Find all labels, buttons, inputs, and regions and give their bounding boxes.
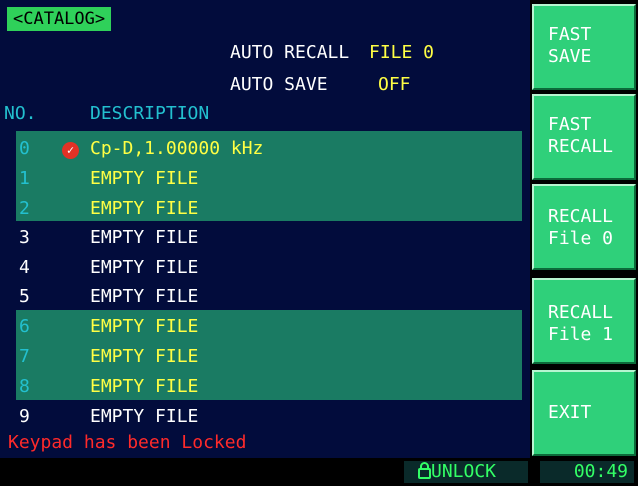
fast-save-button[interactable]: FAST SAVE (532, 4, 636, 90)
file-description: EMPTY FILE (90, 346, 199, 367)
softkey-label: File 1 (548, 324, 614, 345)
status-message: Keypad has been Locked (8, 432, 247, 453)
file-number: 9 (19, 406, 30, 427)
auto-save-value[interactable]: OFF (378, 74, 411, 96)
recall-file-1-button[interactable]: RECALL File 1 (532, 278, 636, 364)
exit-button[interactable]: EXIT (532, 370, 636, 456)
column-header-description: DESCRIPTION (90, 103, 210, 124)
softkey-label: File 0 (548, 228, 614, 249)
file-description: EMPTY FILE (90, 227, 199, 248)
file-row[interactable]: 1 EMPTY FILE (0, 164, 530, 193)
catalog-panel: <CATALOG> AUTO RECALL FILE 0 AUTO SAVE O… (0, 0, 530, 458)
file-row[interactable]: 6 EMPTY FILE (0, 312, 530, 341)
clock: 00:49 (540, 461, 634, 483)
fast-recall-button[interactable]: FAST RECALL (532, 94, 636, 180)
file-description: Cp-D,1.00000 kHz (90, 138, 264, 159)
file-number: 6 (19, 316, 30, 337)
softkey-label: RECALL (548, 302, 614, 323)
page-title: <CATALOG> (7, 7, 112, 31)
file-description: EMPTY FILE (90, 316, 199, 337)
column-header-no: NO. (4, 103, 37, 124)
file-number: 5 (19, 286, 30, 307)
file-description: EMPTY FILE (90, 286, 199, 307)
file-description: EMPTY FILE (90, 406, 199, 427)
file-description: EMPTY FILE (90, 257, 199, 278)
file-description: EMPTY FILE (90, 198, 199, 219)
file-number: 0 (19, 138, 30, 159)
softkey-panel: FAST SAVE FAST RECALL RECALL File 0 RECA… (530, 0, 638, 458)
file-row[interactable]: 9 EMPTY FILE (0, 402, 530, 431)
check-icon: ✓ (62, 142, 79, 159)
unlock-label: UNLOCK (431, 461, 497, 482)
instrument-screen: <CATALOG> AUTO RECALL FILE 0 AUTO SAVE O… (0, 0, 638, 486)
file-row[interactable]: 8 EMPTY FILE (0, 372, 530, 401)
lock-icon (418, 461, 431, 483)
file-number: 1 (19, 168, 30, 189)
file-description: EMPTY FILE (90, 168, 199, 189)
auto-save-label: AUTO SAVE (230, 74, 328, 95)
file-row[interactable]: 2 EMPTY FILE (0, 194, 530, 223)
auto-recall-label: AUTO RECALL (230, 42, 350, 63)
softkey-label: RECALL (548, 206, 614, 227)
file-row[interactable]: 3 EMPTY FILE (0, 223, 530, 252)
softkey-label: RECALL (548, 136, 614, 157)
softkey-label: FAST (548, 24, 592, 45)
file-number: 3 (19, 227, 30, 248)
unlock-indicator[interactable]: UNLOCK (404, 461, 528, 483)
file-number: 2 (19, 198, 30, 219)
file-row[interactable]: 7 EMPTY FILE (0, 342, 530, 371)
file-number: 4 (19, 257, 30, 278)
file-number: 8 (19, 376, 30, 397)
file-number: 7 (19, 346, 30, 367)
file-row[interactable]: 5 EMPTY FILE (0, 282, 530, 311)
softkey-label: EXIT (548, 402, 592, 423)
softkey-label: SAVE (548, 46, 592, 67)
recall-file-0-button[interactable]: RECALL File 0 (532, 184, 636, 270)
file-row[interactable]: 4 EMPTY FILE (0, 253, 530, 282)
softkey-label: FAST (548, 114, 592, 135)
auto-recall-value[interactable]: FILE 0 (369, 42, 434, 64)
file-description: EMPTY FILE (90, 376, 199, 397)
file-row[interactable]: 0 ✓ Cp-D,1.00000 kHz (0, 134, 530, 163)
